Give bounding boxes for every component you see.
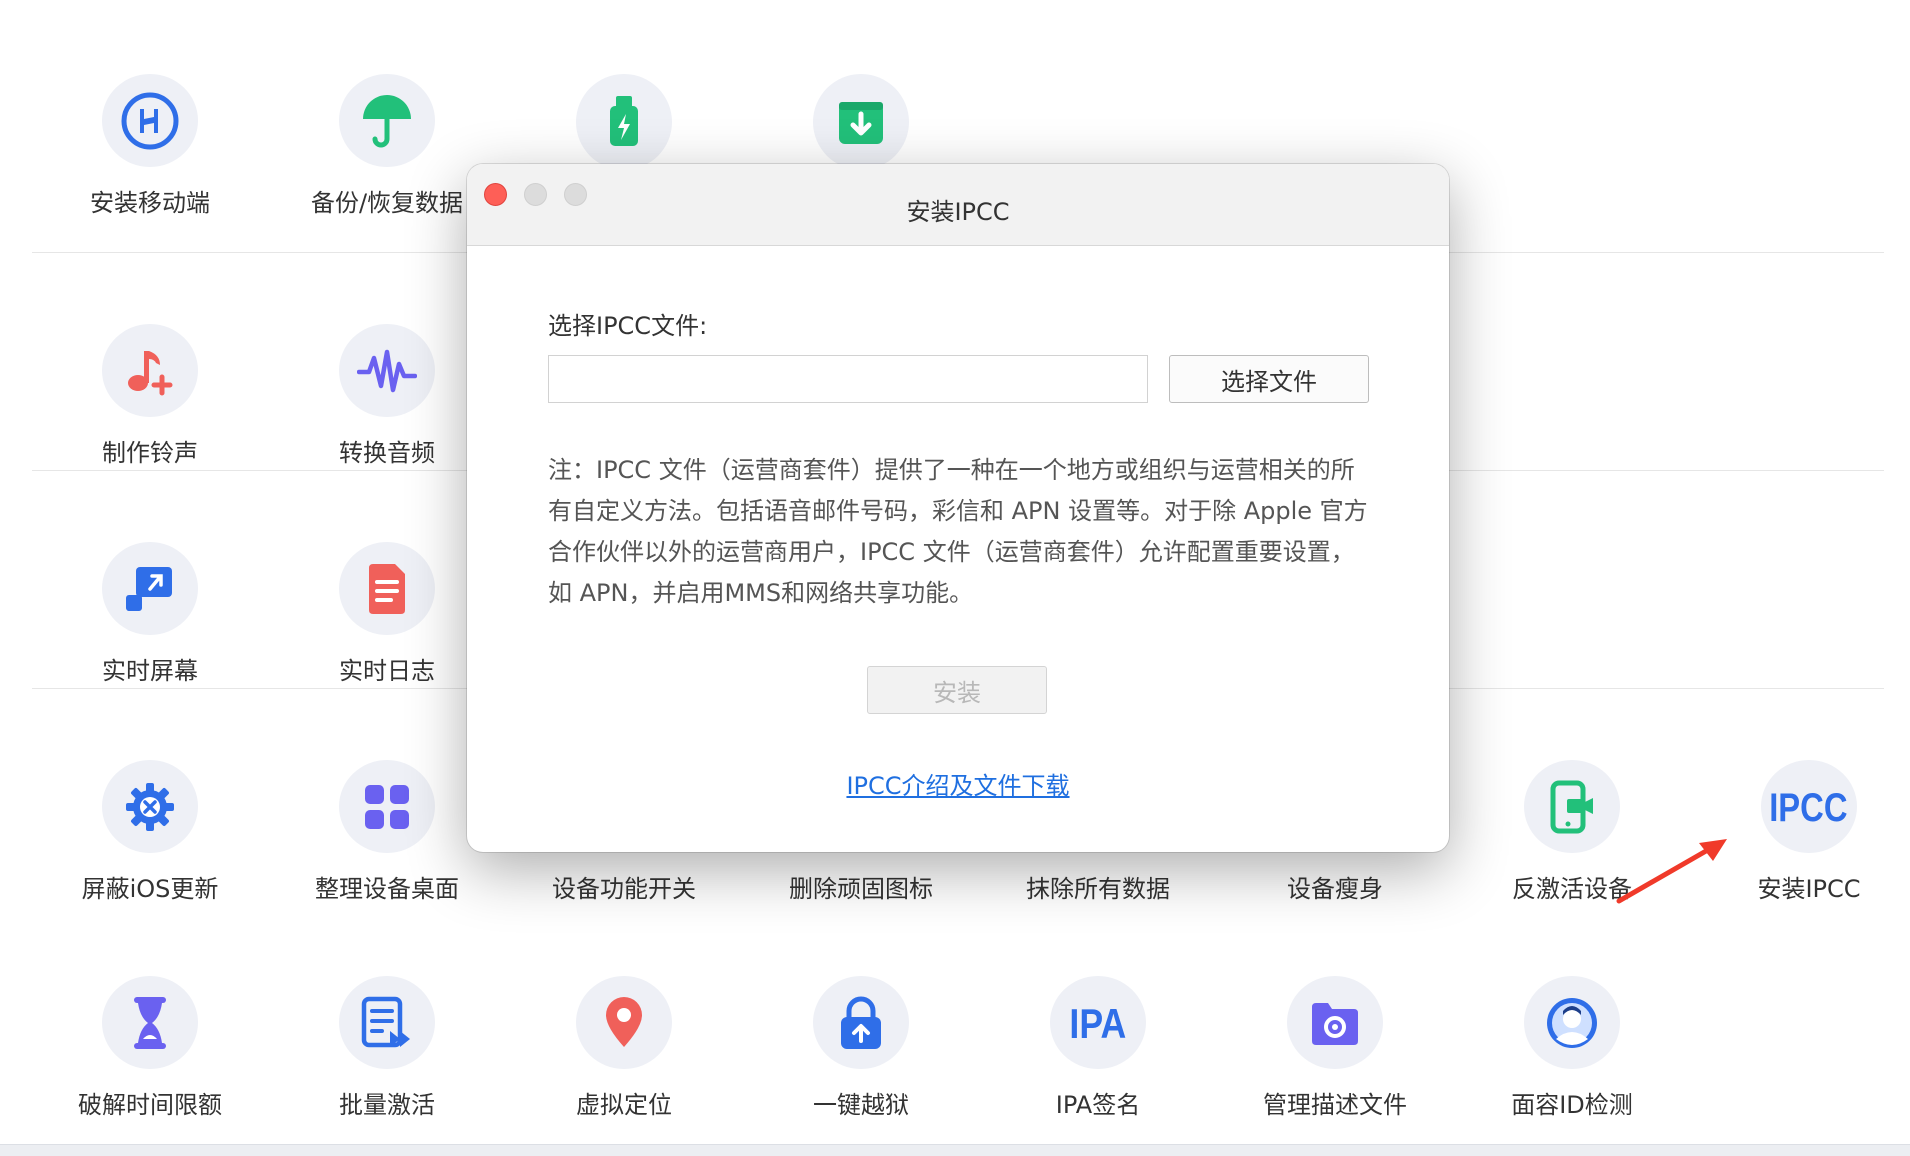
location-pin-icon	[576, 976, 672, 1069]
tool-ipa-sign[interactable]: IPA IPA签名	[980, 902, 1216, 1120]
tool-label: 反激活设备	[1512, 875, 1632, 903]
batch-list-icon	[339, 976, 435, 1069]
folder-gear-icon	[1287, 976, 1383, 1069]
ipcc-file-path-input[interactable]	[548, 355, 1148, 403]
tool-make-ringtone[interactable]: 制作铃声	[32, 250, 268, 468]
dialog-titlebar: 安装IPCC	[467, 164, 1449, 246]
install-button[interactable]: 安装	[867, 666, 1047, 714]
ipcc-note: 注：IPCC 文件（运营商套件）提供了一种在一个地方或组织与运营相关的所 有自定…	[548, 450, 1374, 614]
music-note-plus-icon	[102, 324, 198, 417]
phone-camera-icon	[1524, 760, 1620, 853]
tool-label: 安装IPCC	[1757, 875, 1861, 903]
face-id-icon	[1524, 976, 1620, 1069]
tool-label: 安装移动端	[90, 189, 210, 217]
tool-label: 备份/恢复数据	[310, 189, 464, 217]
ipa-text-icon: IPA	[1050, 976, 1146, 1069]
install-ipcc-dialog: 安装IPCC 选择IPCC文件: 选择文件 注：IPCC 文件（运营商套件）提供…	[467, 164, 1449, 852]
tool-face-id-check[interactable]: 面容ID检测	[1454, 902, 1690, 1120]
tool-label: 管理描述文件	[1263, 1091, 1407, 1119]
usb-drive-icon	[576, 74, 672, 170]
tool-label: 虚拟定位	[576, 1091, 672, 1119]
tool-manage-profiles[interactable]: 管理描述文件	[1217, 902, 1453, 1120]
tool-virtual-location[interactable]: 虚拟定位	[506, 902, 742, 1120]
choose-file-button[interactable]: 选择文件	[1169, 355, 1369, 403]
tool-label: 实时屏幕	[102, 657, 198, 685]
tool-label: 设备功能开关	[552, 875, 696, 903]
ipcc-intro-download-link[interactable]: IPCC介绍及文件下载	[467, 766, 1449, 801]
note-line: 有自定义方法。包括语音邮件号码，彩信和 APN 设置等。对于除 Apple 官方	[548, 497, 1368, 525]
note-line: 合作伙伴以外的运营商用户，IPCC 文件（运营商套件）允许配置重要设置，	[548, 538, 1355, 566]
note-line: 如 APN，并启用MMS和网络共享功能。	[548, 579, 974, 607]
tool-label: 批量激活	[339, 1091, 435, 1119]
tool-live-screen[interactable]: 实时屏幕	[32, 468, 268, 686]
unlock-icon	[813, 976, 909, 1069]
tool-label: 转换音频	[339, 439, 435, 467]
ipcc-text-icon: IPCC	[1761, 760, 1857, 853]
tool-label: 实时日志	[339, 657, 435, 685]
grid-apps-icon	[339, 760, 435, 853]
select-ipcc-label: 选择IPCC文件:	[548, 312, 708, 340]
waveform-icon	[339, 324, 435, 417]
tool-label: 整理设备桌面	[315, 875, 459, 903]
hourglass-icon	[102, 976, 198, 1069]
umbrella-icon	[339, 74, 435, 167]
ipcc-icon-text: IPCC	[1769, 784, 1847, 829]
tool-label: 屏蔽iOS更新	[81, 875, 219, 903]
screen-share-icon	[102, 542, 198, 635]
log-document-icon	[339, 542, 435, 635]
gear-x-icon	[102, 760, 198, 853]
tool-label: 破解时间限额	[78, 1091, 222, 1119]
tool-install-mobile[interactable]: 安装移动端	[32, 0, 268, 218]
install-mobile-icon	[102, 74, 198, 167]
tool-label: 制作铃声	[102, 439, 198, 467]
tool-label: 面容ID检测	[1511, 1091, 1633, 1119]
bottom-bar	[0, 1144, 1910, 1156]
dialog-title: 安装IPCC	[906, 198, 1010, 226]
note-line: 注：IPCC 文件（运营商套件）提供了一种在一个地方或组织与运营相关的所	[548, 456, 1355, 484]
annotation-arrow-icon	[1616, 839, 1727, 904]
tool-row-5: 破解时间限额 批量激活 虚拟定位 一键越狱 IPA IPA签名 管理描述文件 面…	[32, 905, 1884, 1123]
tool-jailbreak[interactable]: 一键越狱	[743, 902, 979, 1120]
download-box-icon	[813, 74, 909, 170]
tool-label: 抹除所有数据	[1026, 875, 1170, 903]
tool-crack-time-limit[interactable]: 破解时间限额	[32, 902, 268, 1120]
tool-block-ios-update[interactable]: 屏蔽iOS更新	[32, 686, 268, 904]
tool-label: 设备瘦身	[1287, 875, 1383, 903]
tool-label: IPA签名	[1055, 1091, 1141, 1119]
tool-label: 删除顽固图标	[789, 875, 933, 903]
tool-label: 一键越狱	[813, 1091, 909, 1119]
ipa-icon-text: IPA	[1069, 1001, 1126, 1047]
tool-batch-activate[interactable]: 批量激活	[269, 902, 505, 1120]
